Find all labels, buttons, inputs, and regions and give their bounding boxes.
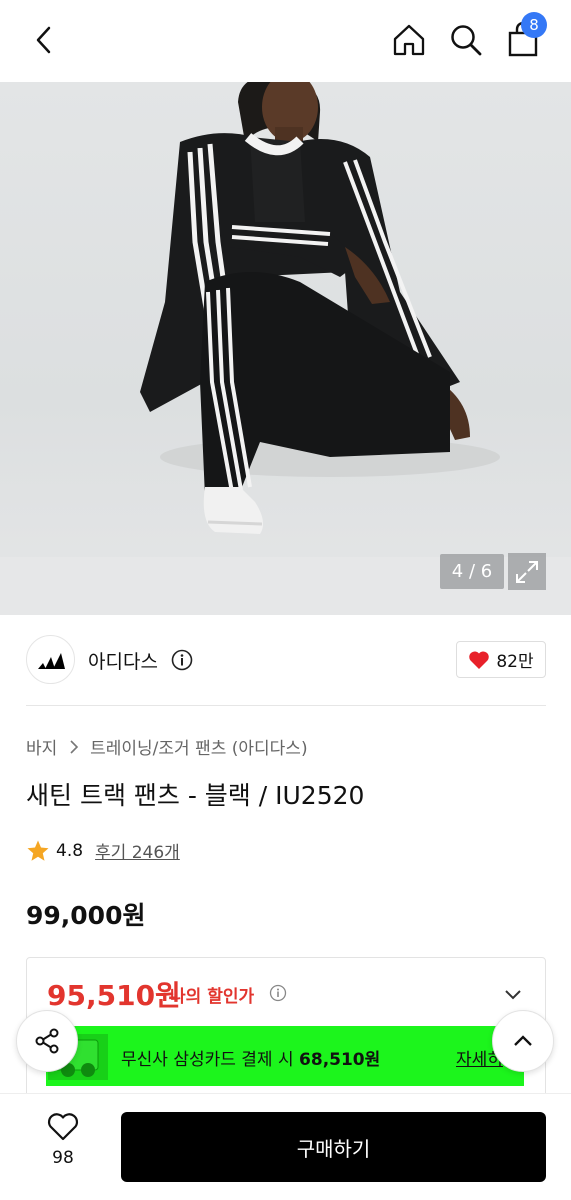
discount-price: 95,510원 xyxy=(47,979,181,1012)
cart-button[interactable]: 8 xyxy=(501,12,547,62)
adidas-logo xyxy=(37,652,65,669)
heart-icon xyxy=(469,650,490,669)
scroll-top-button[interactable] xyxy=(492,1010,554,1072)
model-figure xyxy=(140,82,500,534)
buy-button[interactable]: 구매하기 xyxy=(121,1112,546,1182)
brand-like-button[interactable]: 82만 xyxy=(456,641,546,678)
share-button[interactable] xyxy=(16,1010,78,1072)
bottom-action-bar: 98 구매하기 xyxy=(0,1093,571,1200)
back-arrow-icon xyxy=(36,26,51,54)
wishlist-count: 98 xyxy=(52,1148,74,1168)
chevron-down-icon[interactable] xyxy=(501,982,525,1006)
search-button[interactable] xyxy=(444,18,488,62)
cart-count-badge: 8 xyxy=(521,12,547,38)
brand-name[interactable]: 아디다스 xyxy=(88,647,158,674)
brand-row: 아디다스 82만 xyxy=(26,635,546,685)
breadcrumb-subcategory[interactable]: 트레이닝/조거 팬츠 (아디다스) xyxy=(90,734,307,759)
home-button[interactable] xyxy=(387,18,431,62)
rating-value: 4.8 xyxy=(56,840,84,861)
back-button[interactable] xyxy=(22,18,66,62)
expand-image-button[interactable] xyxy=(508,553,546,590)
image-page-counter: 4 / 6 xyxy=(440,554,504,589)
top-navigation: 8 xyxy=(0,0,571,82)
heart-outline-icon xyxy=(47,1113,79,1141)
home-icon xyxy=(393,24,425,56)
breadcrumb: 바지 트레이닝/조거 팬츠 (아디다스) xyxy=(26,734,308,759)
expand-icon xyxy=(516,560,538,583)
wishlist-button[interactable]: 98 xyxy=(36,1112,90,1182)
brand-logo-button[interactable] xyxy=(26,635,75,684)
brand-like-count: 82만 xyxy=(496,652,534,672)
card-promo-banner[interactable]: 무신사 삼성카드 결제 시 68,510원 자세히 xyxy=(46,1026,524,1086)
rating-row: 4.8 후기 246개 xyxy=(26,838,180,863)
discount-label: 나의 할인가 xyxy=(170,987,255,1007)
info-icon[interactable] xyxy=(171,649,193,671)
card-promo-price: 68,510원 xyxy=(299,1050,381,1070)
share-icon xyxy=(35,1028,59,1054)
info-icon[interactable] xyxy=(269,984,287,1002)
review-count-link[interactable]: 후기 246개 xyxy=(95,838,180,863)
divider xyxy=(26,705,546,706)
original-price: 99,000원 xyxy=(26,901,146,930)
chevron-right-icon xyxy=(69,739,79,759)
card-promo-text: 무신사 삼성카드 결제 시 68,510원 xyxy=(121,1050,381,1070)
breadcrumb-category[interactable]: 바지 xyxy=(26,734,57,759)
product-image[interactable] xyxy=(0,82,571,615)
product-title: 새틴 트랙 팬츠 - 블랙 / IU2520 xyxy=(26,781,365,810)
chevron-up-icon xyxy=(514,1035,532,1046)
search-icon xyxy=(451,25,482,56)
star-icon xyxy=(27,840,49,861)
